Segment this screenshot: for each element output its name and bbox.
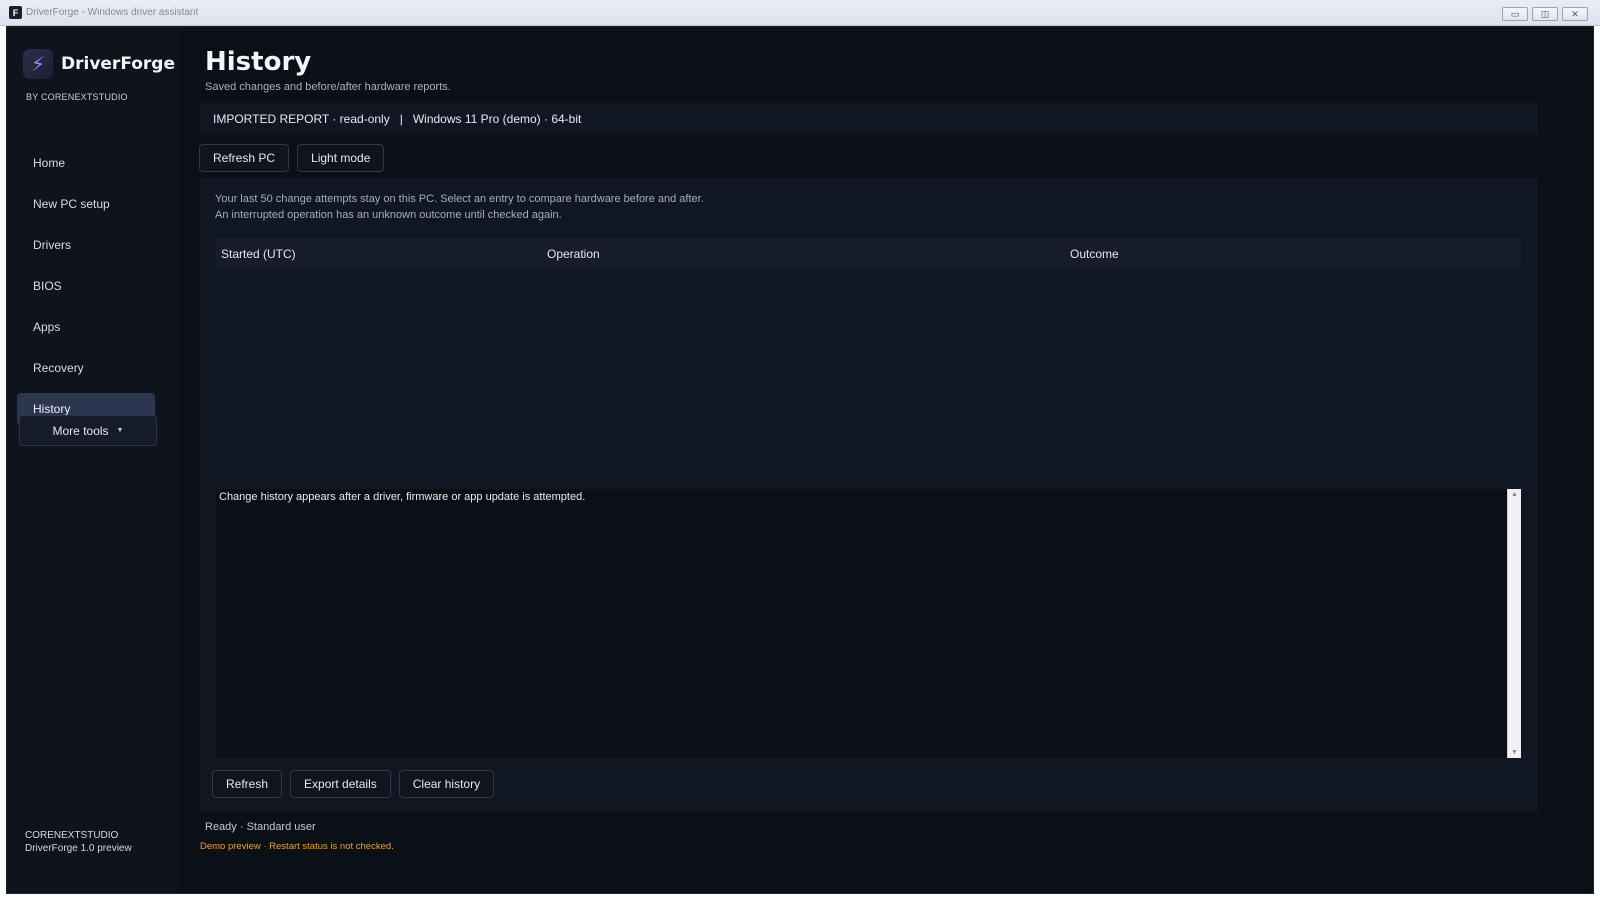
refresh-pc-button[interactable]: Refresh PC — [199, 144, 290, 172]
report-os: Windows 11 Pro (demo) · 64-bit — [412, 112, 582, 126]
clear-history-button[interactable]: Clear history — [398, 770, 495, 798]
page-title: History — [205, 47, 312, 77]
refresh-button[interactable]: Refresh — [212, 770, 283, 798]
more-tools-label: More tools — [52, 423, 109, 438]
status-text: Ready · Standard user — [205, 821, 316, 833]
sidebar-nav: Home New PC setup Drivers BIOS Apps Reco… — [17, 147, 155, 434]
details-text: Change history appears after a driver, f… — [219, 491, 586, 503]
history-description-line2: An interrupted operation has an unknown … — [215, 209, 562, 221]
sidebar-item-new-pc-setup[interactable]: New PC setup — [17, 188, 155, 220]
sidebar: ⚡ DriverForge BY CORENEXTSTUDIO Home New… — [7, 27, 179, 893]
window-controls: ▭ ◫ ✕ — [1502, 7, 1588, 21]
details-textbox[interactable]: Change history appears after a driver, f… — [216, 489, 1521, 758]
brand: ⚡ DriverForge — [23, 49, 175, 79]
sidebar-item-drivers[interactable]: Drivers — [17, 229, 155, 261]
column-operation[interactable]: Operation — [547, 247, 600, 261]
sidebar-item-recovery[interactable]: Recovery — [17, 352, 155, 384]
report-info-bar: IMPORTED REPORT · read-only | Windows 11… — [200, 103, 1538, 135]
warning-text: Demo preview · Restart status is not che… — [200, 841, 394, 852]
window-title: DriverForge - Windows driver assistant — [26, 7, 199, 18]
sidebar-item-home[interactable]: Home — [17, 147, 155, 179]
history-actions: Refresh Export details Clear history — [212, 770, 495, 798]
minimize-button[interactable]: ▭ — [1502, 7, 1528, 21]
close-button[interactable]: ✕ — [1562, 7, 1588, 21]
maximize-button[interactable]: ◫ — [1532, 7, 1558, 21]
sidebar-footer: CORENEXTSTUDIO DriverForge 1.0 preview — [25, 829, 132, 855]
app-icon: F — [9, 6, 22, 19]
top-toolbar: Refresh PC Light mode — [199, 144, 385, 172]
app-window: ⚡ DriverForge BY CORENEXTSTUDIO Home New… — [6, 26, 1594, 894]
history-table-header: Started (UTC) Operation Outcome — [216, 238, 1521, 269]
footer-company: CORENEXTSTUDIO — [25, 830, 119, 841]
footer-version: DriverForge 1.0 preview — [25, 843, 132, 854]
history-panel: Your last 50 change attempts stay on thi… — [200, 178, 1538, 812]
brand-name: DriverForge — [61, 54, 176, 74]
more-tools-button[interactable]: More tools ▼ — [19, 415, 157, 446]
scroll-up-icon[interactable]: ▲ — [1511, 491, 1518, 498]
caret-down-icon: ▼ — [116, 427, 124, 434]
window-titlebar: F DriverForge - Windows driver assistant… — [0, 0, 1600, 26]
column-started[interactable]: Started (UTC) — [221, 247, 296, 261]
details-scrollbar[interactable]: ▲ ▼ — [1507, 489, 1521, 758]
history-description-line1: Your last 50 change attempts stay on thi… — [215, 193, 704, 205]
export-details-button[interactable]: Export details — [290, 770, 391, 798]
scroll-down-icon[interactable]: ▼ — [1511, 749, 1518, 756]
report-status: IMPORTED REPORT · read-only — [213, 112, 390, 126]
report-separator: | — [399, 112, 403, 126]
column-outcome[interactable]: Outcome — [1070, 247, 1119, 261]
sidebar-item-apps[interactable]: Apps — [17, 311, 155, 343]
brand-subtitle: BY CORENEXTSTUDIO — [26, 92, 128, 102]
page-subtitle: Saved changes and before/after hardware … — [205, 81, 451, 93]
history-description: Your last 50 change attempts stay on thi… — [215, 191, 704, 223]
sidebar-item-bios[interactable]: BIOS — [17, 270, 155, 302]
bolt-logo-icon: ⚡ — [23, 49, 53, 79]
light-mode-button[interactable]: Light mode — [297, 144, 385, 172]
